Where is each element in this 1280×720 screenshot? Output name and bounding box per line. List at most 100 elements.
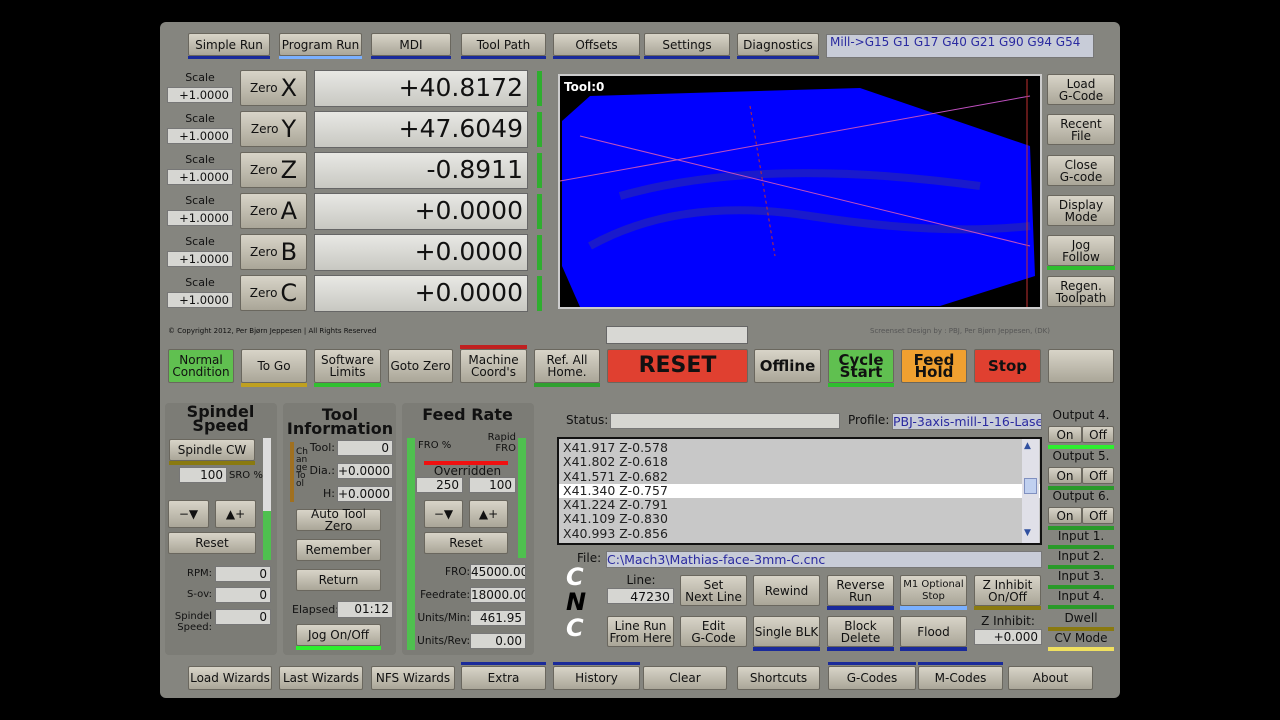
tab-nfs-wizards[interactable]: NFS Wizards [371,666,455,690]
button-recent-file[interactable]: Recent File [1047,114,1115,145]
gcode-line[interactable]: X41.917 Z-0.578 [559,440,1040,455]
zero-a-button[interactable]: Zero A [240,193,307,229]
tab-about[interactable]: About [1008,666,1093,690]
rapid-slider[interactable] [518,438,526,558]
dro-a-value[interactable]: +0.0000 [314,193,528,230]
scale-z-field[interactable]: +1.0000 [167,169,233,185]
button-set-next-line[interactable]: Set Next Line [680,575,747,606]
zero-y-button[interactable]: Zero Y [240,111,307,147]
feed-down-button[interactable]: −▼ [424,500,463,528]
scroll-up-icon[interactable]: ▲ [1024,441,1037,453]
button-close-g-code[interactable]: Close G-code [1047,155,1115,186]
tab-mdi[interactable]: MDI [371,33,451,56]
output-5-on-button[interactable]: On [1048,467,1082,484]
output-4-off-button[interactable]: Off [1082,426,1114,443]
feed-up-button[interactable]: ▲+ [469,500,508,528]
scroll-down-icon[interactable]: ▼ [1024,528,1037,540]
output-6-on-button[interactable]: On [1048,507,1082,524]
scale-x-field[interactable]: +1.0000 [167,87,233,103]
output-6-off-button[interactable]: Off [1082,507,1114,524]
button-feed-hold[interactable]: Feed Hold [901,349,967,383]
tab-load-wizards[interactable]: Load Wizards [188,666,272,690]
scale-a-field[interactable]: +1.0000 [167,210,233,226]
scale-b-field[interactable]: +1.0000 [167,251,233,267]
button-z-inhibit-on-off[interactable]: Z Inhibit On/Off [974,575,1041,606]
jog-toggle-button[interactable]: Jog On/Off [296,624,381,646]
tool-h-field[interactable]: +0.0000 [337,486,393,502]
tab-m-codes[interactable]: M-Codes [918,666,1003,690]
button-software-limits[interactable]: Software Limits [314,349,381,383]
button-cycle-start[interactable]: Cycle Start [828,349,894,383]
gcode-listing[interactable]: X41.917 Z-0.578 X41.802 Z-0.618 X41.571 Z-… [557,437,1042,545]
button-remember[interactable]: Remember [296,539,381,561]
button-offline[interactable]: Offline [754,349,821,383]
dro-b-value[interactable]: +0.0000 [314,234,528,271]
button-jog-follow[interactable]: Jog Follow [1047,235,1115,266]
tab-last-wizards[interactable]: Last Wizards [279,666,363,690]
tool-tool-field[interactable]: 0 [337,440,393,456]
dro-y-value[interactable]: +47.6049 [314,111,528,148]
zero-z-button[interactable]: Zero Z [240,152,307,188]
z-inhibit-field[interactable]: +0.000 [974,629,1042,645]
button-to-go[interactable]: To Go [241,349,307,383]
feed-reset-button[interactable]: Reset [424,532,508,554]
button-rewind[interactable]: Rewind [753,575,820,606]
scale-y-field[interactable]: +1.0000 [167,128,233,144]
spindle-up-button[interactable]: ▲+ [215,500,256,528]
button-auto-zero[interactable]: Auto Tool Zero [296,508,381,532]
spindle-down-button[interactable]: −▼ [168,500,209,528]
spindle-reset-button[interactable]: Reset [168,532,256,554]
tool-dia-field[interactable]: +0.0000 [337,463,393,479]
gcode-line[interactable]: X41.109 Z-0.830 [559,512,1040,526]
dro-c-value[interactable]: +0.0000 [314,275,528,312]
button-m1-optional-stop[interactable]: M1 Optional Stop [900,575,967,606]
line-number-field[interactable]: 47230 [607,588,674,604]
button-block-delete[interactable]: Block Delete [827,616,894,647]
tab-settings[interactable]: Settings [644,33,730,56]
rapid-fro-field[interactable]: 100 [469,477,516,493]
zero-x-button[interactable]: Zero X [240,70,307,106]
tab-extra[interactable]: Extra [461,666,546,690]
output-4-on-button[interactable]: On [1048,426,1082,443]
button-regen-toolpath[interactable]: Regen. Toolpath [1047,276,1115,307]
button-edit-g-code[interactable]: Edit G-Code [680,616,747,647]
button-single-blk[interactable]: Single BLK [753,616,820,647]
tab-simple-run[interactable]: Simple Run [188,33,270,56]
button-machine-coord-s[interactable]: Machine Coord's [460,349,527,383]
tab-diagnostics[interactable]: Diagnostics [737,33,819,56]
button-normal-condition[interactable]: Normal Condition [168,349,234,383]
button-ref-all-home[interactable]: Ref. All Home. [534,349,600,383]
button-load-g-code[interactable]: Load G-Code [1047,74,1115,105]
dro-z-value[interactable]: -0.8911 [314,152,528,189]
button-line-run-from-here[interactable]: Line Run From Here [607,616,674,647]
tab-shortcuts[interactable]: Shortcuts [737,666,820,690]
gcode-line[interactable]: X41.340 Z-0.757 [559,483,1040,499]
dro-x-value[interactable]: +40.8172 [314,70,528,107]
scale-c-field[interactable]: +1.0000 [167,292,233,308]
gcode-line[interactable]: X40.993 Z-0.856 [559,526,1040,541]
button-goto-zero[interactable]: Goto Zero [388,349,453,383]
fro-percent-field[interactable]: 250 [416,477,463,493]
button-reverse-run[interactable]: Reverse Run [827,575,894,606]
button-return[interactable]: Return [296,569,381,591]
button-flood[interactable]: Flood [900,616,967,647]
output-5-off-button[interactable]: Off [1082,467,1114,484]
gcode-line[interactable]: X41.571 Z-0.682 [559,469,1040,484]
button-reset[interactable]: RESET [607,349,748,383]
gcode-line[interactable]: X41.802 Z-0.618 [559,455,1040,469]
button-display-mode[interactable]: Display Mode [1047,195,1115,226]
tab-tool-path[interactable]: Tool Path [461,33,546,56]
tab-offsets[interactable]: Offsets [553,33,640,56]
zero-c-button[interactable]: Zero C [240,275,307,311]
spindle-slider[interactable] [263,438,271,560]
tab-clear[interactable]: Clear [643,666,727,690]
tab-history[interactable]: History [553,666,640,690]
button-stop[interactable]: Stop [974,349,1041,383]
scroll-thumb[interactable] [1024,478,1037,494]
tab-g-codes[interactable]: G-Codes [828,666,916,690]
toolpath-view[interactable] [558,74,1042,309]
button-blank[interactable] [1048,349,1114,383]
zero-b-button[interactable]: Zero B [240,234,307,270]
spindle-cw-button[interactable]: Spindle CW [169,439,255,461]
gcode-line[interactable]: X41.224 Z-0.791 [559,498,1040,512]
